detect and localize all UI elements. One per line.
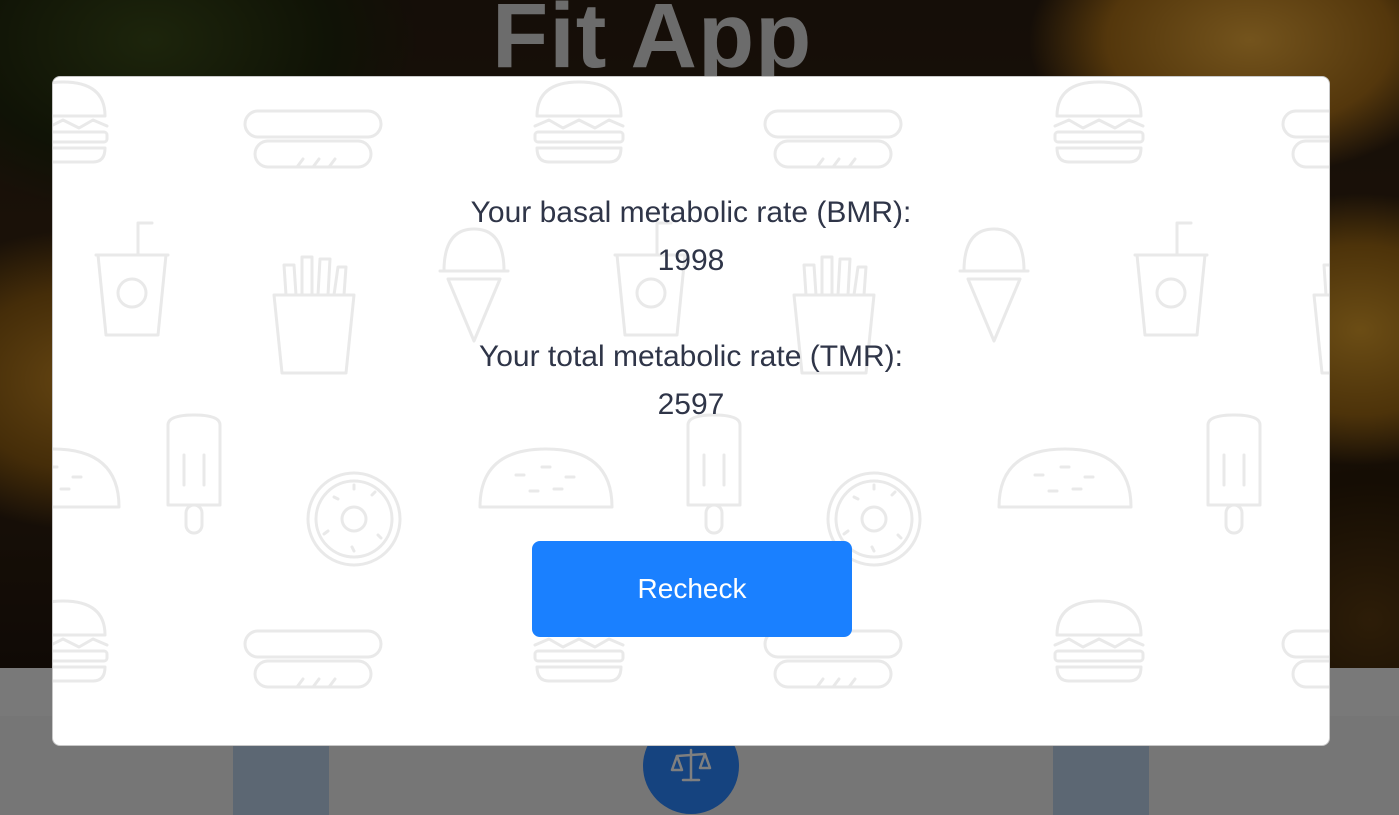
recheck-button[interactable]: Recheck bbox=[532, 541, 852, 637]
results-modal: Your basal metabolic rate (BMR): 1998 Yo… bbox=[52, 76, 1330, 746]
tmr-value: 2597 bbox=[657, 388, 725, 421]
tmr-result: Your total metabolic rate (TMR): 2597 bbox=[53, 333, 1329, 429]
bmr-label: Your basal metabolic rate (BMR): bbox=[470, 196, 912, 229]
app-page: Fit App bbox=[0, 0, 1399, 815]
bmr-result: Your basal metabolic rate (BMR): 1998 bbox=[53, 189, 1329, 285]
tmr-label: Your total metabolic rate (TMR): bbox=[478, 340, 904, 373]
bmr-value: 1998 bbox=[657, 244, 725, 277]
